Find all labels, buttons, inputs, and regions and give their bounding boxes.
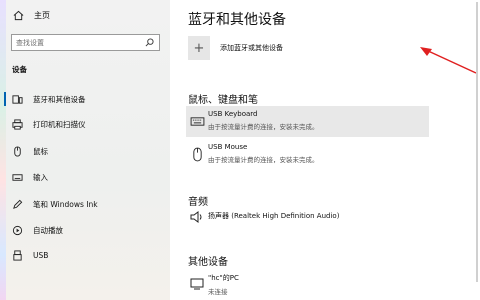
scrollbar[interactable]	[476, 2, 478, 282]
sidebar-item-pen[interactable]: 笔和 Windows Ink	[0, 193, 170, 215]
sidebar-item-label: 打印机和扫描仪	[33, 119, 86, 129]
speaker-icon	[186, 201, 208, 232]
sidebar: 主页 查找设置 设备 蓝牙和其他设备 打印机和扫描仪 鼠标 输入 笔和 Wind…	[0, 0, 170, 300]
pc-icon	[186, 268, 208, 299]
device-other-pc[interactable]: "hc"的PC 未连接	[186, 268, 429, 299]
sidebar-item-usb[interactable]: USB	[0, 244, 170, 266]
usb-icon	[11, 249, 23, 261]
sidebar-item-label: 自动播放	[33, 225, 63, 235]
add-device-button[interactable]: +	[188, 36, 210, 60]
plus-icon: +	[193, 40, 205, 56]
keyboard-icon	[11, 171, 23, 183]
sidebar-item-autoplay[interactable]: 自动播放	[0, 219, 170, 241]
device-usb-mouse[interactable]: USB Mouse 由于按流量计费的连接，安装未完成。	[186, 139, 429, 170]
home-label: 主页	[34, 10, 50, 20]
device-status: 由于按流量计费的连接，安装未完成。	[208, 123, 319, 131]
search-input[interactable]: 查找设置	[11, 34, 160, 51]
sidebar-item-label: 输入	[33, 172, 48, 182]
mouse-icon	[186, 139, 208, 170]
device-speaker[interactable]: 扬声器 (Realtek High Definition Audio)	[186, 201, 429, 232]
sidebar-item-label: 笔和 Windows Ink	[33, 199, 98, 209]
device-name: USB Keyboard	[208, 110, 258, 118]
sidebar-item-mouse[interactable]: 鼠标	[0, 140, 170, 162]
add-device-label[interactable]: 添加蓝牙或其他设备	[220, 43, 283, 53]
device-status: 由于按流量计费的连接，安装未完成。	[208, 156, 319, 164]
sidebar-item-bluetooth[interactable]: 蓝牙和其他设备	[0, 88, 170, 110]
section-devices: 设备	[12, 65, 27, 74]
search-placeholder: 查找设置	[16, 38, 44, 47]
sidebar-item-label: 鼠标	[33, 146, 48, 156]
device-name: 扬声器 (Realtek High Definition Audio)	[208, 212, 340, 220]
printer-icon	[11, 118, 23, 130]
main-panel: 蓝牙和其他设备 + 添加蓝牙或其他设备 鼠标、键盘和笔 USB Keyboard…	[178, 0, 480, 300]
device-usb-keyboard[interactable]: USB Keyboard 由于按流量计费的连接，安装未完成。	[186, 106, 429, 137]
device-name: USB Mouse	[208, 143, 248, 151]
home-link[interactable]: 主页	[12, 9, 50, 21]
bluetooth-icon	[11, 93, 23, 105]
annotation-arrow	[420, 47, 477, 74]
sidebar-item-printers[interactable]: 打印机和扫描仪	[0, 113, 170, 135]
sidebar-item-label: USB	[33, 250, 49, 260]
autoplay-icon	[11, 224, 23, 236]
mouse-icon	[11, 145, 23, 157]
home-icon	[12, 9, 24, 21]
sidebar-item-label: 蓝牙和其他设备	[33, 94, 86, 104]
pen-icon	[11, 198, 23, 210]
device-name: "hc"的PC	[208, 274, 239, 282]
search-icon	[143, 37, 155, 49]
section-mouse-keyboard-pen: 鼠标、键盘和笔	[188, 95, 258, 106]
keyboard-icon	[186, 106, 208, 137]
sidebar-item-typing[interactable]: 输入	[0, 166, 170, 188]
section-other-devices: 其他设备	[188, 257, 228, 268]
page-title: 蓝牙和其他设备	[188, 12, 286, 28]
device-status: 未连接	[208, 288, 228, 296]
